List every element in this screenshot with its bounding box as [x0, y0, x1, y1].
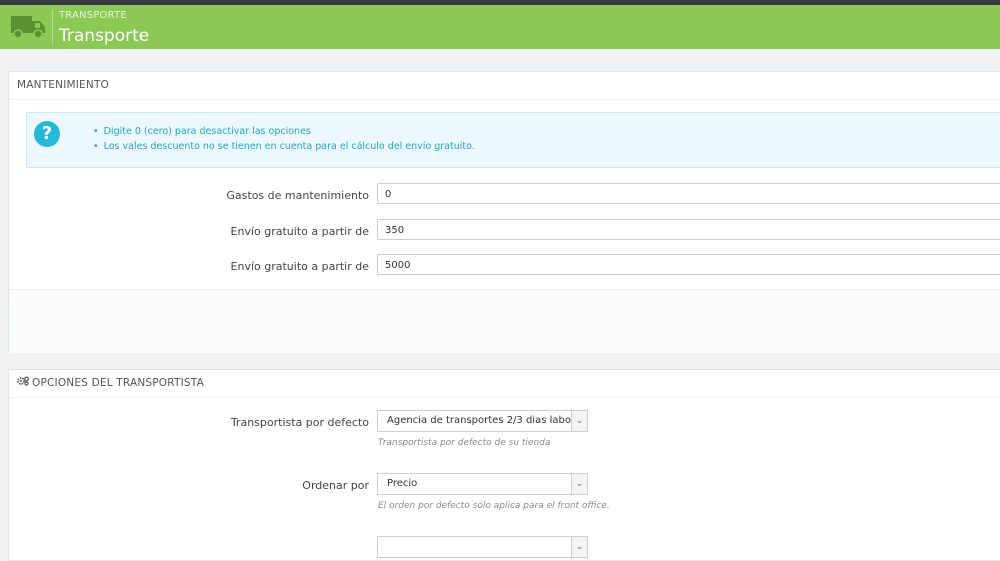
panel-heading-maintenance: MANTENIMIENTO	[9, 72, 1000, 100]
sort-by-value: Precio	[387, 478, 418, 489]
sort-by-help: El orden por defecto sólo aplica para el…	[378, 501, 610, 511]
truck-icon	[10, 13, 46, 45]
field-label-sort-by: Ordenar por	[302, 479, 369, 492]
field-label-free-shipping-weight: Envío gratuito a partir de	[230, 260, 369, 273]
free-shipping-weight-input[interactable]: 5000	[377, 254, 1000, 275]
order-direction-select[interactable]: ⌄	[377, 536, 588, 558]
default-carrier-help: Transportista por defecto de su tienda	[378, 438, 551, 448]
info-item: Los vales descuento no se tienen en cuen…	[93, 140, 475, 155]
field-label-free-shipping-price: Envío gratuito a partir de	[230, 225, 369, 238]
cogs-icon	[17, 370, 29, 397]
chevron-down-icon: ⌄	[571, 537, 587, 557]
default-carrier-value: Agencia de transportes 2/3 dias laborat	[387, 415, 586, 426]
chevron-down-icon: ⌄	[571, 474, 587, 494]
panel-heading-label: OPCIONES DEL TRANSPORTISTA	[32, 377, 204, 389]
panel-footer	[9, 289, 1000, 353]
breadcrumb[interactable]: TRANSPORTE	[59, 10, 127, 21]
maintenance-panel: MANTENIMIENTO ? Digite 0 (cero) para des…	[8, 71, 1000, 353]
field-label-default-carrier: Transportista por defecto	[230, 416, 369, 429]
panel-heading-carrier-options: OPCIONES DEL TRANSPORTISTA	[9, 370, 1000, 398]
info-item: Digite 0 (cero) para desactivar las opci…	[93, 125, 475, 140]
handling-charges-input[interactable]: 0	[377, 183, 1000, 204]
page-header: TRANSPORTE Transporte	[0, 5, 1000, 49]
carrier-options-panel: OPCIONES DEL TRANSPORTISTA Transportista…	[8, 369, 1000, 561]
chevron-down-icon: ⌄	[571, 411, 587, 431]
question-icon: ?	[34, 121, 60, 147]
field-label-handling: Gastos de mantenimiento	[226, 189, 369, 202]
info-alert: ? Digite 0 (cero) para desactivar las op…	[26, 112, 1000, 168]
header-divider	[52, 10, 53, 45]
page-title: Transporte	[59, 26, 150, 46]
default-carrier-select[interactable]: Agencia de transportes 2/3 dias laborat …	[377, 410, 588, 432]
free-shipping-price-input[interactable]: 350	[377, 219, 1000, 240]
info-list: Digite 0 (cero) para desactivar las opci…	[93, 125, 475, 154]
sort-by-select[interactable]: Precio ⌄	[377, 473, 588, 495]
